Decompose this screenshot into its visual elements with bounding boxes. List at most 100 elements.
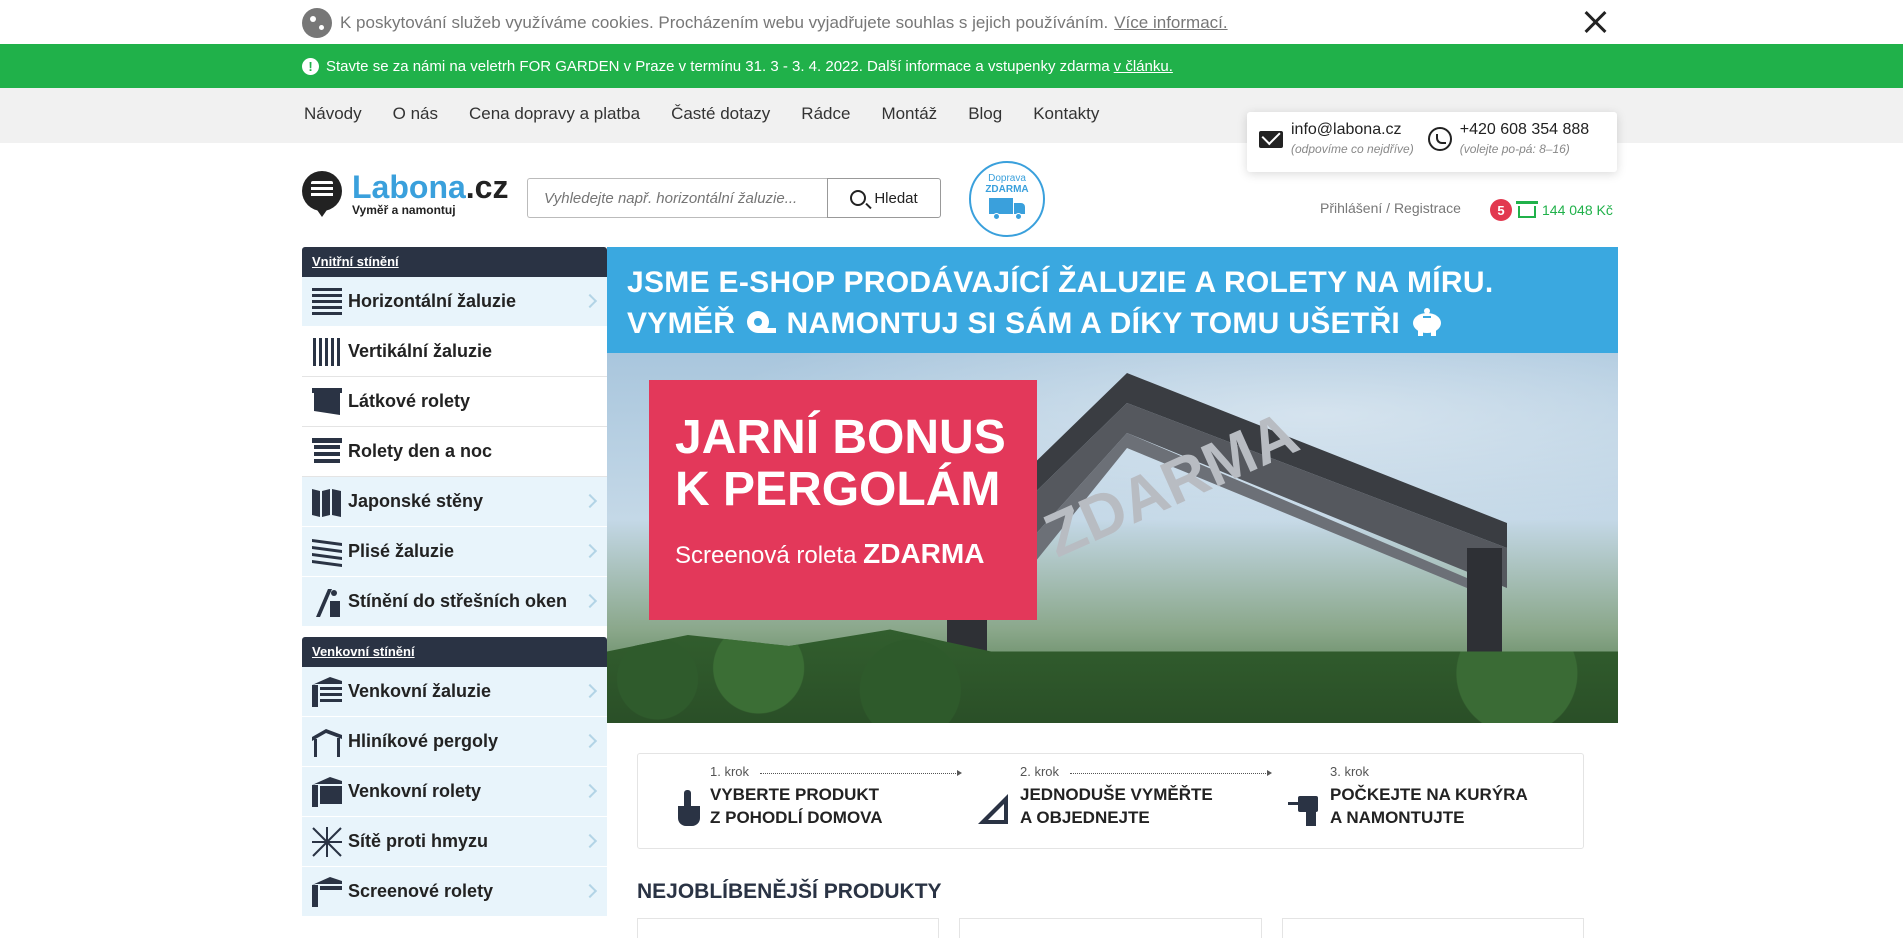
chevron-right-icon [582,543,598,559]
basket-icon [1516,201,1538,218]
promo-article-link[interactable]: v článku. [1114,58,1173,75]
search-form: Hledat [527,178,941,218]
sidebar: Vnitřní stínění Horizontální žaluzie Vert… [302,247,607,917]
product-card[interactable] [637,918,940,938]
cookie-icon [302,8,332,38]
contact-email[interactable]: info@labona.cz (odpovíme co nejdříve) [1259,121,1414,163]
sidebar-item-outdoor-1[interactable]: Hliníkové pergoly [302,717,607,767]
hero-image: ZDARMA JARNÍ BONUS K PERGOLÁM Screenová … [607,353,1618,723]
sidebar-item-label: Stínění do střešních oken [348,591,568,611]
sidebar-item-indoor-3[interactable]: Rolety den a noc [302,427,607,477]
contact-phone[interactable]: +420 608 354 888 (volejte po-pá: 8–16) [1427,121,1590,163]
free-shipping-line1: Doprava [988,173,1026,184]
phone-number: +420 608 354 888 [1459,121,1590,138]
step-number: 1. krok [710,764,750,779]
search-input[interactable] [527,178,827,218]
promo-title1: JARNÍ BONUS [675,411,1006,464]
logo-pin-icon [302,171,342,219]
nav-item-blog[interactable]: Blog [968,104,1002,124]
sidebar-item-label: Screenové rolety [348,881,494,901]
step-2: 2. krok JEDNODUŠE VYMĚŘTE A OBJEDNEJTE [1020,764,1272,829]
whatsapp-icon [1427,127,1452,151]
sidebar-item-outdoor-4[interactable]: Screenové rolety [302,867,607,917]
nav-item-kontakty[interactable]: Kontakty [1033,104,1099,124]
email-note: (odpovíme co nejdříve) [1291,142,1414,156]
mail-icon [1259,131,1283,148]
chevron-right-icon [582,593,598,609]
logo[interactable]: Labona.cz Vyměř a namontuj [302,171,508,219]
chevron-right-icon [582,783,598,799]
chevron-right-icon [582,493,598,509]
outdoor-category-list: Venkovní žaluzie Hliníkové pergoly Venkovn… [302,667,607,917]
sidebar-item-outdoor-2[interactable]: Venkovní rolety [302,767,607,817]
product-card[interactable] [959,918,1262,938]
fabric-roller-icon [312,387,342,415]
sidebar-heading-indoor[interactable]: Vnitřní stínění [302,247,607,277]
promo-box: JARNÍ BONUS K PERGOLÁM Screenová roleta … [649,380,1037,620]
step-1: 1. krok VYBERTE PRODUKT Z POHODLÍ DOMOVA [710,764,962,829]
pleated-blinds-icon [312,538,342,567]
sidebar-item-indoor-4[interactable]: Japonské stěny [302,477,607,527]
sidebar-item-label: Venkovní rolety [348,781,482,801]
step-text: JEDNODUŠE VYMĚŘTE A OBJEDNEJTE [1020,785,1213,827]
sidebar-item-label: Rolety den a noc [348,441,493,461]
product-card[interactable] [1281,918,1584,938]
sidebar-item-indoor-6[interactable]: Stínění do střešních oken [302,577,607,627]
measure-icon [978,794,1008,824]
horizontal-blinds-icon [312,287,342,315]
nav-item-montaz[interactable]: Montáž [881,104,937,124]
register-link[interactable]: Registrace [1394,200,1461,216]
sidebar-heading-outdoor[interactable]: Venkovní stínění [302,637,607,667]
outdoor-roller-icon [312,776,342,807]
nav-item-cena-dopravy[interactable]: Cena dopravy a platba [469,104,640,124]
nav-item-radce[interactable]: Rádce [801,104,850,124]
close-icon[interactable] [1581,8,1609,36]
nav-item-o-nas[interactable]: O nás [393,104,438,124]
cookie-text: K poskytování služeb využíváme cookies. … [340,13,1109,32]
sidebar-item-indoor-1[interactable]: Vertikální žaluzie [302,327,607,377]
tape-measure-icon [746,311,776,333]
free-shipping-badge: Doprava ZDARMA [969,161,1045,237]
chevron-right-icon [582,683,598,699]
step-number: 2. krok [1020,764,1060,779]
sidebar-item-indoor-5[interactable]: Plisé žaluzie [302,527,607,577]
promo-text: Stavte se za námi na veletrh FOR GARDEN … [326,57,1110,75]
cookie-message: K poskytování služeb využíváme cookies. … [302,8,1228,38]
account-separator: / [1382,200,1394,216]
steps-box: 1. krok VYBERTE PRODUKT Z POHODLÍ DOMOVA … [637,753,1584,849]
step-number: 3. krok [1330,764,1370,779]
sidebar-item-outdoor-3[interactable]: Sítě proti hmyzu [302,817,607,867]
chevron-right-icon [582,733,598,749]
chevron-right-icon [582,883,598,899]
search-button-label: Hledat [874,189,918,207]
cookie-more-info-link[interactable]: Více informací. [1114,13,1227,33]
drill-icon [1288,796,1318,826]
phone-note: (volejte po-pá: 8–16) [1459,142,1570,156]
hero-line2: VYMĚŘ NAMONTUJ SI SÁM A DÍKY TOMU UŠETŘI [627,303,1598,344]
roof-window-icon [316,588,340,617]
login-link[interactable]: Přihlášení [1320,200,1382,216]
cookie-bar: K poskytování služeb využíváme cookies. … [0,0,1903,44]
sidebar-item-indoor-2[interactable]: Látkové rolety [302,377,607,427]
sidebar-item-label: Hliníkové pergoly [348,731,499,751]
search-button[interactable]: Hledat [827,178,941,218]
chevron-right-icon [582,833,598,849]
chevron-right-icon [582,293,598,309]
sidebar-item-label: Sítě proti hmyzu [348,831,489,851]
product-cards [637,918,1584,938]
header: Labona.cz Vyměř a namontuj Hledat Doprav… [0,160,1903,245]
hero-banner[interactable]: JSME E-SHOP PRODÁVAJÍCÍ ŽALUZIE A ROLETY… [607,247,1618,723]
sidebar-item-indoor-0[interactable]: Horizontální žaluzie [302,277,607,327]
vertical-blinds-icon [313,337,340,366]
step-text: VYBERTE PRODUKT Z POHODLÍ DOMOVA [710,785,883,827]
logo-name: Labona.cz [352,169,509,205]
nav-item-navody[interactable]: Návody [304,104,362,124]
sidebar-item-label: Plisé žaluzie [348,541,455,561]
promo-title2: K PERGOLÁM [675,463,1001,516]
cart[interactable]: 5 144 048 Kč [1490,199,1613,221]
hero-line1: JSME E-SHOP PRODÁVAJÍCÍ ŽALUZIE A ROLETY… [627,266,1494,299]
sidebar-item-outdoor-0[interactable]: Venkovní žaluzie [302,667,607,717]
sidebar-item-label: Horizontální žaluzie [348,291,517,311]
email-address: info@labona.cz [1291,121,1402,138]
nav-item-caste-dotazy[interactable]: Časté dotazy [671,104,770,124]
